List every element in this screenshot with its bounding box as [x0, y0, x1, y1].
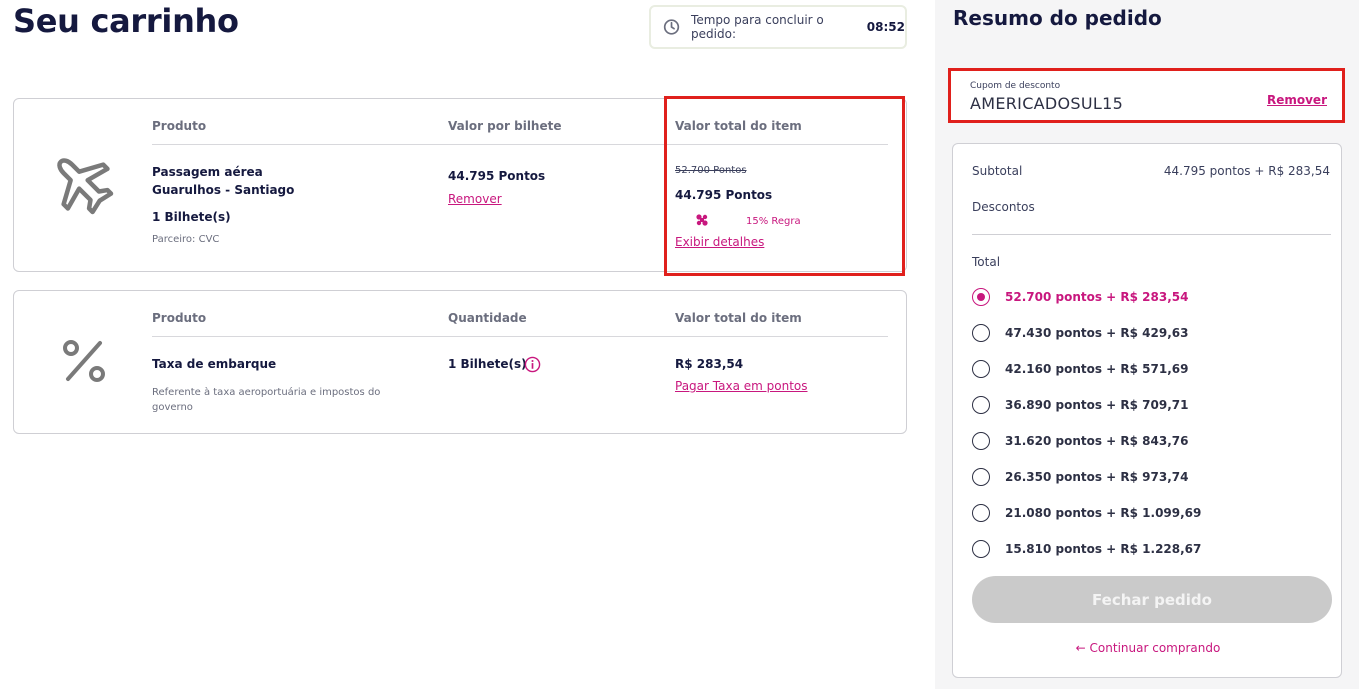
- radio-button[interactable]: [972, 360, 990, 378]
- page-title: Seu carrinho: [13, 2, 239, 40]
- column-header-quantity: Quantidade: [448, 311, 527, 325]
- column-header-product: Produto: [152, 119, 207, 133]
- radio-button[interactable]: [972, 432, 990, 450]
- continue-shopping-label: Continuar comprando: [1089, 641, 1221, 655]
- product-route: Guarulhos - Santiago: [152, 183, 295, 197]
- product-quantity: 1 Bilhete(s): [152, 210, 231, 224]
- payment-option-label: 31.620 pontos + R$ 843,76: [1005, 434, 1189, 448]
- radio-button[interactable]: [972, 396, 990, 414]
- total-label: Total: [972, 255, 1001, 269]
- fee-quantity: 1 Bilhete(s): [448, 357, 527, 371]
- product-name: Passagem aérea: [152, 165, 263, 179]
- highlight-box: [664, 96, 905, 276]
- fee-total: R$ 283,54: [675, 357, 744, 371]
- price-summary: Subtotal 44.795 pontos + R$ 283,54 Desco…: [952, 143, 1342, 678]
- payment-option[interactable]: 42.160 pontos + R$ 571,69: [972, 359, 1188, 379]
- payment-option-label: 47.430 pontos + R$ 429,63: [1005, 326, 1189, 340]
- percent-icon: [63, 340, 105, 382]
- airplane-icon: [57, 158, 114, 215]
- clock-icon: [663, 19, 680, 35]
- unit-value: 44.795 Pontos: [448, 169, 546, 183]
- payment-option-label: 21.080 pontos + R$ 1.099,69: [1005, 506, 1202, 520]
- arrow-left-icon: ←: [1075, 641, 1086, 655]
- payment-option-label: 42.160 pontos + R$ 571,69: [1005, 362, 1189, 376]
- discounts-label: Descontos: [972, 200, 1035, 214]
- payment-option[interactable]: 52.700 pontos + R$ 283,54: [972, 287, 1188, 307]
- divider: [152, 336, 888, 337]
- continue-shopping-link[interactable]: ← Continuar comprando: [953, 641, 1343, 655]
- order-summary-panel: Resumo do pedido Cupom de desconto AMERI…: [935, 0, 1359, 689]
- timer-label: Tempo para concluir o pedido:: [691, 13, 824, 41]
- payment-option-label: 36.890 pontos + R$ 709,71: [1005, 398, 1189, 412]
- column-header-product: Produto: [152, 311, 207, 325]
- info-icon[interactable]: [524, 356, 541, 373]
- payment-option[interactable]: 31.620 pontos + R$ 843,76: [972, 431, 1188, 451]
- pay-fee-with-points-link[interactable]: Pagar Taxa em pontos: [675, 379, 808, 393]
- fee-description-line1: Referente à taxa aeroportuária e imposto…: [152, 387, 381, 398]
- highlight-box: [948, 68, 1345, 123]
- column-header-item-total: Valor total do item: [675, 311, 802, 325]
- checkout-timer: Tempo para concluir o pedido: 08:52: [649, 5, 907, 49]
- summary-title: Resumo do pedido: [953, 6, 1162, 30]
- payment-option-label: 15.810 pontos + R$ 1.228,67: [1005, 542, 1202, 556]
- payment-option[interactable]: 15.810 pontos + R$ 1.228,67: [972, 539, 1201, 559]
- radio-button[interactable]: [972, 288, 990, 306]
- checkout-button[interactable]: Fechar pedido: [972, 576, 1332, 623]
- payment-option[interactable]: 26.350 pontos + R$ 973,74: [972, 467, 1188, 487]
- radio-button[interactable]: [972, 540, 990, 558]
- fee-description-line2: governo: [152, 402, 193, 413]
- subtotal-label: Subtotal: [972, 164, 1023, 178]
- divider: [972, 234, 1331, 235]
- payment-option[interactable]: 21.080 pontos + R$ 1.099,69: [972, 503, 1201, 523]
- fee-name: Taxa de embarque: [152, 357, 277, 371]
- cart-item-boarding-fee: Produto Quantidade Valor total do item T…: [13, 290, 907, 434]
- product-partner: Parceiro: CVC: [152, 234, 220, 245]
- remove-item-link[interactable]: Remover: [448, 192, 502, 206]
- timer-value: 08:52: [866, 20, 905, 34]
- cart-main: Seu carrinho Tempo para concluir o pedid…: [0, 0, 935, 689]
- radio-button[interactable]: [972, 504, 990, 522]
- payment-option-label: 26.350 pontos + R$ 973,74: [1005, 470, 1189, 484]
- radio-button[interactable]: [972, 324, 990, 342]
- payment-option-label: 52.700 pontos + R$ 283,54: [1005, 290, 1189, 304]
- payment-option[interactable]: 47.430 pontos + R$ 429,63: [972, 323, 1188, 343]
- radio-button[interactable]: [972, 468, 990, 486]
- column-header-unit-value: Valor por bilhete: [448, 119, 562, 133]
- payment-option[interactable]: 36.890 pontos + R$ 709,71: [972, 395, 1188, 415]
- subtotal-value: 44.795 pontos + R$ 283,54: [1163, 164, 1330, 178]
